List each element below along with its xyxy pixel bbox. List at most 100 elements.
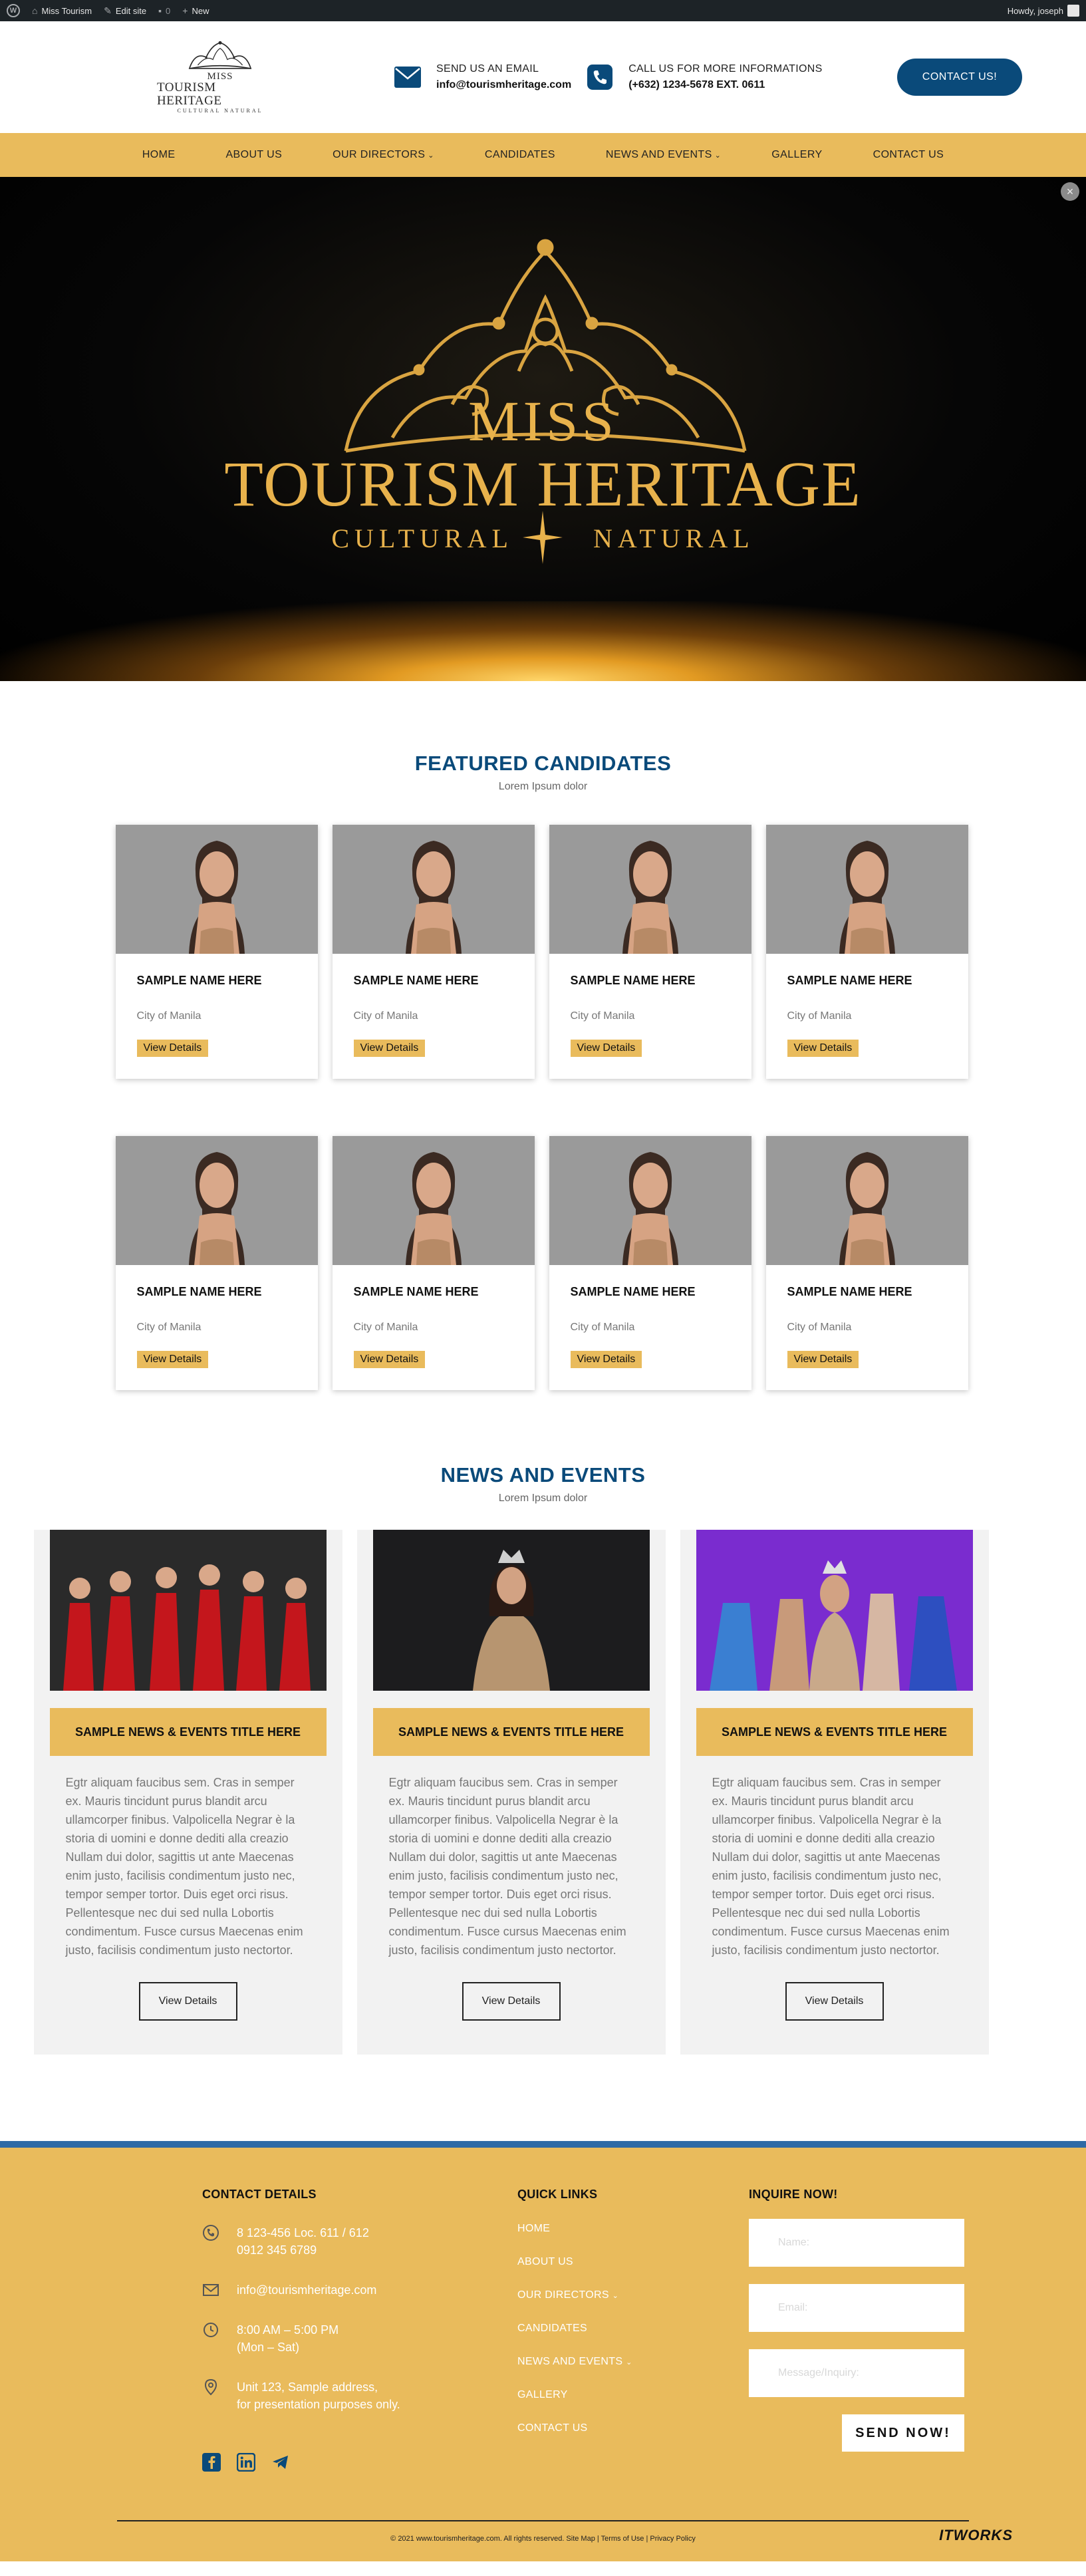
- view-details-button[interactable]: View Details: [785, 1982, 884, 2021]
- admin-account[interactable]: Howdy, joseph: [1008, 5, 1079, 17]
- candidate-grid: SAMPLE NAME HERE City of Manila View Detai…: [115, 825, 971, 1390]
- section-title: NEWS AND EVENTS: [440, 1463, 646, 1487]
- candidate-photo[interactable]: [332, 1136, 535, 1265]
- comment-icon: ▪: [158, 5, 162, 16]
- site-logo[interactable]: MISS TOURISM HERITAGE CULTURAL NATURAL: [157, 41, 283, 114]
- footer-link-gallery[interactable]: GALLERY: [517, 2389, 690, 2401]
- close-icon[interactable]: ×: [1061, 182, 1079, 201]
- candidate-city: City of Manila: [570, 1322, 635, 1333]
- view-details-button[interactable]: View Details: [353, 1040, 426, 1057]
- nav-item-our-directors[interactable]: OUR DIRECTORS ⌄: [307, 149, 460, 161]
- candidate-photo[interactable]: [765, 1136, 968, 1265]
- news-photo[interactable]: [696, 1530, 973, 1691]
- footer-link-label: NEWS AND EVENTS: [517, 2356, 623, 2367]
- location-pin-icon: [204, 2378, 217, 2396]
- nav-item-news-and-events[interactable]: NEWS AND EVENTS ⌄: [581, 149, 746, 161]
- candidate-portrait-icon: [332, 825, 535, 954]
- footer-link-our-directors[interactable]: OUR DIRECTORS ⌄: [517, 2289, 690, 2301]
- telegram-icon[interactable]: [271, 2453, 290, 2472]
- send-now-button[interactable]: SEND NOW!: [842, 2414, 964, 2452]
- view-details-button[interactable]: View Details: [462, 1982, 561, 2021]
- candidate-city: City of Manila: [353, 1010, 418, 1022]
- candidate-name: SAMPLE NAME HERE: [570, 1285, 696, 1298]
- candidate-card: SAMPLE NAME HERE City of Manila View Detai…: [549, 1136, 751, 1390]
- inquire-name-input[interactable]: Name:: [749, 2219, 964, 2267]
- footer-inquire-form: INQUIRE NOW! Name: Email: Message/Inquir…: [749, 2188, 964, 2452]
- candidate-photo[interactable]: [549, 1136, 751, 1265]
- footer-address-row: Unit 123, Sample address, for presentati…: [202, 2378, 468, 2413]
- footer-link-news-and-events[interactable]: NEWS AND EVENTS ⌄: [517, 2356, 690, 2368]
- news-photo[interactable]: [372, 1530, 650, 1691]
- admin-edit-label: Edit site: [115, 5, 147, 16]
- view-details-button[interactable]: View Details: [787, 1351, 859, 1368]
- news-title[interactable]: SAMPLE NEWS & EVENTS TITLE HERE: [49, 1708, 327, 1756]
- candidate-photo[interactable]: [115, 1136, 318, 1265]
- featured-candidates-section: FEATURED CANDIDATES Lorem Ipsum dolor SA…: [0, 681, 1086, 1430]
- candidate-name: SAMPLE NAME HERE: [787, 1285, 912, 1298]
- footer-link-home[interactable]: HOME: [517, 2223, 690, 2235]
- footer-hours-row: 8:00 AM – 5:00 PM (Mon – Sat): [202, 2321, 468, 2356]
- footer-link-candidates[interactable]: CANDIDATES: [517, 2323, 690, 2335]
- email-value[interactable]: info@tourismheritage.com: [436, 77, 571, 93]
- footer-email[interactable]: info@tourismheritage.com: [237, 2281, 376, 2299]
- nav-item-candidates[interactable]: CANDIDATES: [460, 149, 581, 161]
- news-photo[interactable]: [49, 1530, 327, 1691]
- candidate-photo[interactable]: [115, 825, 318, 954]
- view-details-button[interactable]: View Details: [138, 1982, 237, 2021]
- footer-links-title: QUICK LINKS: [517, 2188, 598, 2201]
- view-details-button[interactable]: View Details: [353, 1351, 426, 1368]
- view-details-button[interactable]: View Details: [570, 1040, 642, 1057]
- admin-new[interactable]: + New: [182, 5, 209, 16]
- clock-icon: [204, 2323, 218, 2337]
- nav-item-contact-us[interactable]: CONTACT US: [848, 149, 970, 161]
- news-title[interactable]: SAMPLE NEWS & EVENTS TITLE HERE: [696, 1708, 973, 1756]
- inquire-email-input[interactable]: Email:: [749, 2284, 964, 2332]
- nav-label: OUR DIRECTORS: [333, 149, 426, 160]
- contact-us-button[interactable]: CONTACT US!: [897, 59, 1022, 96]
- footer-link-about-us[interactable]: ABOUT US: [517, 2256, 690, 2268]
- news-title[interactable]: SAMPLE NEWS & EVENTS TITLE HERE: [372, 1708, 650, 1756]
- footer-phone-row: 8 123-456 Loc. 611 / 612 0912 345 6789: [202, 2224, 468, 2259]
- nav-label: CONTACT US: [873, 149, 944, 160]
- site-header: MISS TOURISM HERITAGE CULTURAL NATURAL S…: [0, 21, 1086, 133]
- footer-inquire-title: INQUIRE NOW!: [749, 2188, 838, 2201]
- candidate-city: City of Manila: [136, 1010, 202, 1022]
- footer-quick-links: QUICK LINKS HOME ABOUT US OUR DIRECTORS …: [517, 2188, 690, 2434]
- facebook-icon[interactable]: [202, 2453, 221, 2472]
- candidate-photo[interactable]: [549, 825, 751, 954]
- chevron-down-icon: ⌄: [714, 151, 722, 160]
- chevron-down-icon: ⌄: [612, 2292, 619, 2300]
- footer-address: Unit 123, Sample address, for presentati…: [237, 2380, 400, 2411]
- candidate-card: SAMPLE NAME HERE City of Manila View Detai…: [115, 1136, 318, 1390]
- footer-contact-title: CONTACT DETAILS: [202, 2188, 317, 2201]
- candidate-city: City of Manila: [353, 1322, 418, 1333]
- candidate-portrait-icon: [115, 1136, 318, 1265]
- candidate-portrait-icon: [115, 825, 318, 954]
- phone-value[interactable]: (+632) 1234-5678 EXT. 0611: [628, 77, 822, 93]
- news-photo-group-icon: [49, 1530, 327, 1691]
- wordpress-icon[interactable]: W: [7, 4, 20, 17]
- news-grid: SAMPLE NEWS & EVENTS TITLE HERE Egtr aliq…: [33, 1530, 1053, 2055]
- candidate-card: SAMPLE NAME HERE City of Manila View Detai…: [765, 825, 968, 1079]
- candidate-name: SAMPLE NAME HERE: [136, 974, 262, 987]
- inquire-message-input[interactable]: Message/Inquiry:: [749, 2349, 964, 2397]
- linkedin-icon[interactable]: [237, 2453, 255, 2472]
- candidate-card: SAMPLE NAME HERE City of Manila View Detai…: [332, 1136, 535, 1390]
- chevron-down-icon: ⌄: [428, 151, 434, 160]
- view-details-button[interactable]: View Details: [570, 1351, 642, 1368]
- admin-edit-site[interactable]: ✎ Edit site: [104, 5, 146, 17]
- nav-label: ABOUT US: [225, 149, 283, 160]
- nav-item-about-us[interactable]: ABOUT US: [200, 149, 307, 161]
- news-excerpt: Egtr aliquam faucibus sem. Cras in sempe…: [712, 1776, 950, 1957]
- admin-site-link[interactable]: ⌂ Miss Tourism: [32, 5, 92, 16]
- admin-comments[interactable]: ▪ 0: [158, 5, 170, 16]
- nav-item-gallery[interactable]: GALLERY: [746, 149, 847, 161]
- candidate-photo[interactable]: [332, 825, 535, 954]
- footer-link-contact-us[interactable]: CONTACT US: [517, 2422, 690, 2434]
- view-details-button[interactable]: View Details: [136, 1040, 209, 1057]
- nav-item-home[interactable]: HOME: [117, 149, 201, 161]
- logo-title: TOURISM HERITAGE: [157, 80, 222, 108]
- candidate-photo[interactable]: [765, 825, 968, 954]
- view-details-button[interactable]: View Details: [787, 1040, 859, 1057]
- view-details-button[interactable]: View Details: [136, 1351, 209, 1368]
